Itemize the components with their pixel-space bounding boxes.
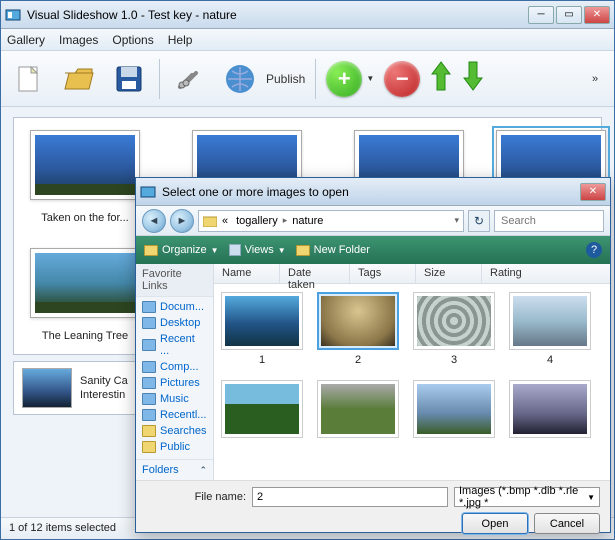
fav-pictures[interactable]: Pictures bbox=[136, 375, 213, 391]
file-item[interactable]: 1 bbox=[218, 292, 306, 366]
publish-label: Publish bbox=[266, 72, 305, 86]
file-item[interactable] bbox=[218, 380, 306, 438]
dialog-title: Select one or more images to open bbox=[162, 185, 580, 199]
filename-input[interactable] bbox=[252, 487, 448, 507]
open-button[interactable]: Open bbox=[462, 513, 528, 534]
fav-computer[interactable]: Comp... bbox=[136, 359, 213, 375]
dialog-titlebar: Select one or more images to open ✕ bbox=[136, 178, 610, 206]
toolbar-overflow-icon[interactable]: » bbox=[592, 73, 606, 85]
open-button[interactable] bbox=[59, 59, 99, 99]
file-item[interactable]: 2 bbox=[314, 292, 402, 366]
file-open-dialog: Select one or more images to open ✕ ◄ ► … bbox=[135, 177, 611, 533]
minimize-button[interactable]: ─ bbox=[528, 6, 554, 24]
fav-desktop[interactable]: Desktop bbox=[136, 315, 213, 331]
breadcrumb[interactable]: « togallery▸ nature▾ bbox=[198, 210, 464, 232]
close-button[interactable]: ✕ bbox=[584, 6, 610, 24]
fav-recent[interactable]: Recent ... bbox=[136, 331, 213, 359]
fav-searches[interactable]: Searches bbox=[136, 423, 213, 439]
main-titlebar: Visual Slideshow 1.0 - Test key - nature… bbox=[1, 1, 614, 29]
favorites-header: Favorite Links bbox=[136, 264, 213, 297]
move-down-button[interactable] bbox=[462, 60, 484, 97]
add-button[interactable]: + bbox=[326, 61, 362, 97]
refresh-button[interactable]: ↻ bbox=[468, 210, 490, 232]
menu-gallery[interactable]: Gallery bbox=[7, 33, 45, 47]
menu-help[interactable]: Help bbox=[168, 33, 193, 47]
nav-forward-button[interactable]: ► bbox=[170, 209, 194, 233]
status-text: 1 of 12 items selected bbox=[9, 522, 116, 534]
detail-text: Sanity Ca Interestin bbox=[80, 374, 128, 403]
fav-documents[interactable]: Docum... bbox=[136, 299, 213, 315]
col-size[interactable]: Size bbox=[416, 264, 482, 283]
file-list: 1 2 3 4 bbox=[214, 284, 610, 480]
fav-recently[interactable]: Recentl... bbox=[136, 407, 213, 423]
maximize-button[interactable]: ▭ bbox=[556, 6, 582, 24]
new-folder-button[interactable]: New Folder bbox=[296, 244, 370, 256]
menu-images[interactable]: Images bbox=[59, 33, 98, 47]
folders-toggle[interactable]: Folders ⌃ bbox=[136, 459, 213, 480]
file-item[interactable] bbox=[410, 380, 498, 438]
save-button[interactable] bbox=[109, 59, 149, 99]
detail-thumbnail bbox=[22, 368, 72, 408]
menu-options[interactable]: Options bbox=[112, 33, 153, 47]
fav-music[interactable]: Music bbox=[136, 391, 213, 407]
publish-button[interactable] bbox=[220, 59, 260, 99]
thumbnail-item[interactable]: The Leaning Tree bbox=[30, 248, 140, 342]
organize-button[interactable]: Organize ▼ bbox=[144, 244, 219, 256]
col-tags[interactable]: Tags bbox=[350, 264, 416, 283]
file-item[interactable]: 3 bbox=[410, 292, 498, 366]
filename-label: File name: bbox=[195, 491, 246, 503]
app-icon bbox=[5, 7, 21, 23]
dialog-close-button[interactable]: ✕ bbox=[580, 183, 606, 201]
thumbnail-caption: Taken on the for... bbox=[41, 212, 128, 224]
list-header: Name Date taken Tags Size Rating bbox=[214, 264, 610, 284]
remove-button[interactable]: − bbox=[384, 61, 420, 97]
views-button[interactable]: Views ▼ bbox=[229, 244, 286, 256]
dialog-icon bbox=[140, 184, 156, 200]
file-filter-dropdown[interactable]: Images (*.bmp *.dib *.rle *.jpg *▼ bbox=[454, 487, 600, 507]
menubar: Gallery Images Options Help bbox=[1, 29, 614, 51]
fav-public[interactable]: Public bbox=[136, 439, 213, 455]
new-button[interactable] bbox=[9, 59, 49, 99]
toolbar: Publish + ▼ − » bbox=[1, 51, 614, 107]
settings-button[interactable] bbox=[170, 59, 210, 99]
search-input[interactable] bbox=[494, 210, 604, 232]
col-name[interactable]: Name bbox=[214, 264, 280, 283]
col-date[interactable]: Date taken bbox=[280, 264, 350, 283]
dialog-navbar: ◄ ► « togallery▸ nature▾ ↻ bbox=[136, 206, 610, 236]
dialog-footer: File name: Images (*.bmp *.dib *.rle *.j… bbox=[136, 480, 610, 532]
folder-icon bbox=[203, 215, 217, 227]
main-title: Visual Slideshow 1.0 - Test key - nature bbox=[27, 8, 528, 22]
command-bar: Organize ▼ Views ▼ New Folder ? bbox=[136, 236, 610, 264]
thumbnail-caption: The Leaning Tree bbox=[42, 330, 128, 342]
file-item[interactable] bbox=[314, 380, 402, 438]
move-up-button[interactable] bbox=[430, 60, 452, 97]
help-icon[interactable]: ? bbox=[586, 242, 602, 258]
file-item[interactable] bbox=[506, 380, 594, 438]
favorites-pane: Favorite Links Docum... Desktop Recent .… bbox=[136, 264, 214, 480]
cancel-button[interactable]: Cancel bbox=[534, 513, 600, 534]
thumbnail-item[interactable]: Taken on the for... bbox=[30, 130, 140, 224]
add-dropdown-icon[interactable]: ▼ bbox=[366, 74, 374, 83]
file-item[interactable]: 4 bbox=[506, 292, 594, 366]
file-list-pane: Name Date taken Tags Size Rating 1 2 3 4 bbox=[214, 264, 610, 480]
nav-back-button[interactable]: ◄ bbox=[142, 209, 166, 233]
col-rating[interactable]: Rating bbox=[482, 264, 610, 283]
